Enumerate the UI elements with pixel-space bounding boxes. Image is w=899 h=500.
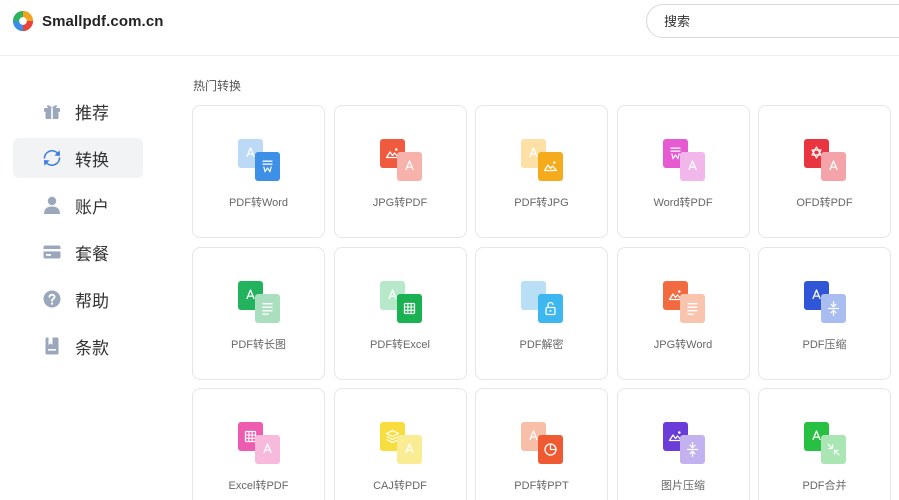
excel-to-pdf-icon xyxy=(236,420,282,466)
tool-card-label: PDF转JPG xyxy=(514,197,569,209)
card-icon xyxy=(41,241,63,263)
sidebar-item-convert[interactable]: 转换 xyxy=(13,138,143,178)
sidebar: 推荐 转换 账户 套餐 帮助 条款 xyxy=(13,91,143,373)
pdf-to-ppt-icon xyxy=(519,420,565,466)
search-input[interactable] xyxy=(647,5,899,37)
tool-card-11[interactable]: Excel转PDF xyxy=(192,388,325,500)
tool-card-label: JPG转PDF xyxy=(372,197,428,209)
tool-card-8[interactable]: PDF解密 xyxy=(475,246,608,380)
tool-card-2[interactable]: JPG转PDF xyxy=(333,105,467,238)
search-box[interactable] xyxy=(646,4,899,38)
sidebar-item-label: 转换 xyxy=(75,150,109,170)
caj-to-pdf-icon xyxy=(378,420,424,466)
sidebar-item-plans[interactable]: 套餐 xyxy=(13,232,143,272)
tool-card-5[interactable]: OFD转PDF xyxy=(758,105,891,238)
pdf-compress-icon xyxy=(802,279,848,325)
tool-card-4[interactable]: Word转PDF xyxy=(616,105,750,238)
tool-card-label: PDF解密 xyxy=(519,338,564,351)
tool-card-label: PDF转长图 xyxy=(231,338,286,351)
tool-card-label: JPG转Word xyxy=(653,338,713,351)
tool-card-label: PDF压缩 xyxy=(802,338,847,351)
image-compress-icon xyxy=(661,420,707,466)
jpg-to-word-icon xyxy=(661,279,707,325)
tool-card-label: PDF转PPT xyxy=(514,480,569,492)
pdf-to-excel-icon xyxy=(378,279,424,325)
sync-icon xyxy=(41,147,63,169)
sidebar-item-help[interactable]: 帮助 xyxy=(13,279,143,319)
tool-card-3[interactable]: PDF转JPG xyxy=(475,105,608,238)
sidebar-item-label: 推荐 xyxy=(75,103,109,123)
tool-card-13[interactable]: PDF转PPT xyxy=(475,388,608,500)
ofd-to-pdf-icon xyxy=(802,137,848,183)
tool-card-7[interactable]: PDF转Excel xyxy=(333,246,467,380)
tool-card-10[interactable]: PDF压缩 xyxy=(758,246,891,380)
pdf-to-word-icon xyxy=(236,137,282,183)
smallpdf-logo-icon xyxy=(12,10,34,32)
pdf-to-jpg-icon xyxy=(519,137,565,183)
tool-card-9[interactable]: JPG转Word xyxy=(616,246,750,380)
brand-logo[interactable]: Smallpdf.com.cn xyxy=(12,9,164,33)
tool-card-label: PDF转Excel xyxy=(370,338,430,351)
sidebar-item-label: 帮助 xyxy=(75,291,109,311)
tool-card-label: OFD转PDF xyxy=(796,197,853,209)
word-to-pdf-icon xyxy=(661,137,707,183)
help-icon xyxy=(41,288,63,310)
sidebar-item-label: 条款 xyxy=(75,338,109,358)
top-header: Smallpdf.com.cn xyxy=(0,0,899,56)
pdf-to-long-image-icon xyxy=(236,279,282,325)
tool-card-label: PDF合并 xyxy=(802,480,847,492)
tool-card-label: Excel转PDF xyxy=(228,480,289,492)
tool-card-14[interactable]: 图片压缩 xyxy=(616,388,750,500)
tool-card-label: 图片压缩 xyxy=(661,480,705,492)
gift-icon xyxy=(41,100,63,122)
tool-card-1[interactable]: PDF转Word xyxy=(192,105,325,238)
pdf-decrypt-icon xyxy=(519,279,565,325)
tool-card-6[interactable]: PDF转长图 xyxy=(192,246,325,380)
jpg-to-pdf-icon xyxy=(378,137,424,183)
user-icon xyxy=(41,194,63,216)
tool-card-label: Word转PDF xyxy=(653,197,713,209)
bookmark-icon xyxy=(41,335,63,357)
sidebar-item-terms[interactable]: 条款 xyxy=(13,326,143,366)
sidebar-item-recommend[interactable]: 推荐 xyxy=(13,91,143,131)
sidebar-item-label: 套餐 xyxy=(75,244,109,264)
tool-card-12[interactable]: CAJ转PDF xyxy=(333,388,467,500)
brand-name: Smallpdf.com.cn xyxy=(42,12,164,30)
pdf-merge-icon xyxy=(802,420,848,466)
tool-card-label: CAJ转PDF xyxy=(373,480,427,492)
sidebar-item-account[interactable]: 账户 xyxy=(13,185,143,225)
sidebar-item-label: 账户 xyxy=(75,197,109,217)
tool-card-15[interactable]: PDF合并 xyxy=(758,388,891,500)
tool-card-label: PDF转Word xyxy=(228,197,289,209)
section-title: 热门转换 xyxy=(193,79,242,93)
